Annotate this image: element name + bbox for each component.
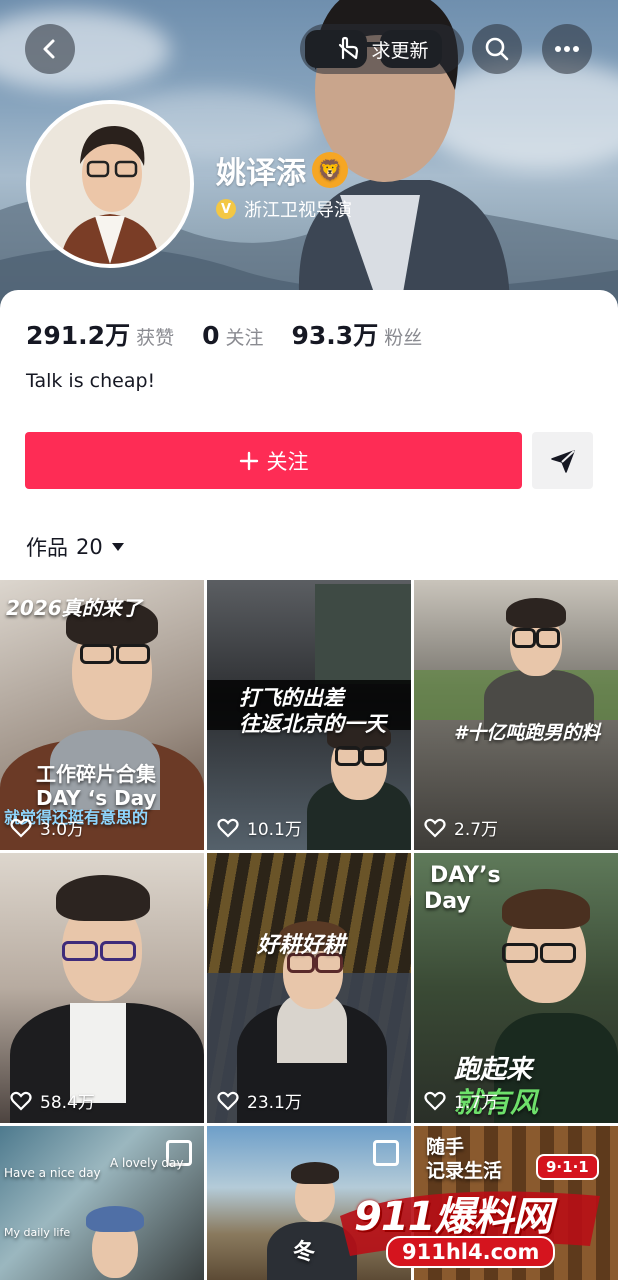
search-icon: [485, 37, 509, 61]
follow-button[interactable]: 关注: [25, 432, 522, 489]
video-caption: 随手: [426, 1136, 465, 1158]
likes-count: 291.2万: [26, 321, 131, 350]
stats-row: 291.2万 获赞 0 关注 93.3万 粉丝: [26, 316, 444, 352]
watermark-url: 911hl4.com: [386, 1236, 556, 1268]
back-icon: [43, 39, 55, 59]
verified-icon: V: [216, 199, 236, 219]
like-count: 58.4万: [10, 1088, 95, 1113]
send-icon: [550, 449, 575, 473]
watermark-badge: 9·1·1: [536, 1154, 599, 1180]
video-caption: 工作碎片合集: [36, 762, 156, 786]
followers-count: 93.3万: [291, 321, 379, 350]
video-thumbnail[interactable]: 好耕好耕 23.1万: [207, 853, 411, 1123]
video-thumbnail[interactable]: 打飞的出差 往返北京的一天 10.1万: [207, 580, 411, 850]
followers-label[interactable]: 粉丝: [384, 323, 422, 350]
likes-label[interactable]: 获赞: [136, 323, 174, 350]
verified-title: V 浙江卫视导演: [216, 196, 352, 222]
like-count: 1.7万: [424, 1088, 498, 1113]
like-count: 2.7万: [424, 815, 498, 840]
video-caption: Day: [424, 889, 471, 914]
like-count-text: 58.4万: [40, 1093, 95, 1113]
profile-sheet: 291.2万 获赞 0 关注 93.3万 粉丝 Talk is cheap! 关…: [0, 290, 618, 1280]
video-caption: DAY’s: [430, 863, 501, 888]
like-count-text: 2.7万: [454, 820, 499, 840]
lion-badge-icon: 🦁: [312, 152, 348, 188]
heart-icon: [217, 1091, 239, 1111]
like-count: 10.1万: [217, 815, 302, 840]
works-count: 20: [76, 535, 103, 559]
watermark-main-text: 911爆料网: [354, 1194, 552, 1240]
multi-image-icon: [373, 1140, 399, 1166]
video-caption: A lovely day: [110, 1156, 184, 1170]
like-count-text: 3.0万: [40, 820, 85, 840]
video-thumbnail[interactable]: #十亿吨跑男的料 2.7万: [414, 580, 618, 850]
profile-name-text: 姚译添: [216, 156, 306, 191]
avatar-image: [30, 104, 190, 264]
request-update-label: 求更新: [371, 39, 429, 62]
plus-icon: [239, 451, 258, 470]
bio-text: Talk is cheap!: [26, 370, 156, 392]
like-count: 23.1万: [217, 1088, 302, 1113]
works-label: 作品: [26, 536, 68, 560]
like-count-text: 1.7万: [454, 1093, 499, 1113]
video-thumbnail[interactable]: Have a nice day A lovely day My daily li…: [0, 1126, 204, 1280]
verified-title-text: 浙江卫视导演: [244, 200, 352, 221]
works-tab[interactable]: 作品 20: [26, 532, 125, 562]
video-caption: #十亿吨跑男的料: [454, 722, 601, 744]
heart-icon: [424, 818, 446, 838]
profile-banner: 求更新 姚译添 🦁 V 浙江卫视导演: [0, 0, 618, 320]
video-caption: 2026真的来了: [6, 596, 142, 620]
video-caption: 冬: [293, 1240, 316, 1265]
follow-label: 关注: [266, 449, 309, 474]
video-thumbnail[interactable]: 58.4万: [0, 853, 204, 1123]
video-caption: 好耕好耕: [257, 933, 346, 958]
heart-icon: [10, 1091, 32, 1111]
heart-icon: [217, 818, 239, 838]
video-caption: My daily life: [4, 1226, 71, 1239]
watermark-logo: 911爆料网 911hl4.com 9·1·1: [340, 1154, 610, 1276]
like-count: 3.0万: [10, 815, 84, 840]
caret-down-icon: [111, 543, 124, 551]
more-icon: [555, 46, 579, 52]
hand-point-icon: [339, 36, 359, 60]
back-button[interactable]: [25, 24, 75, 74]
profile-name: 姚译添 🦁: [216, 148, 348, 192]
video-caption: Have a nice day: [4, 1166, 101, 1180]
message-button[interactable]: [532, 432, 593, 489]
like-count-text: 23.1万: [247, 1093, 302, 1113]
following-label[interactable]: 关注: [226, 323, 264, 350]
search-button[interactable]: [472, 24, 522, 74]
request-update-button[interactable]: 求更新: [300, 24, 464, 74]
like-count-text: 10.1万: [247, 820, 302, 840]
heart-icon: [10, 818, 32, 838]
heart-icon: [424, 1091, 446, 1111]
following-count: 0: [202, 321, 220, 350]
more-button[interactable]: [542, 24, 592, 74]
video-caption: 往返北京的一天: [239, 712, 386, 736]
avatar[interactable]: [26, 100, 194, 268]
video-thumbnail[interactable]: 2026真的来了 工作碎片合集 DAY ‘s Day 就觉得还挺有意思的 3.0…: [0, 580, 204, 850]
video-thumbnail[interactable]: DAY’s Day 跑起来 就有风 1.7万: [414, 853, 618, 1123]
